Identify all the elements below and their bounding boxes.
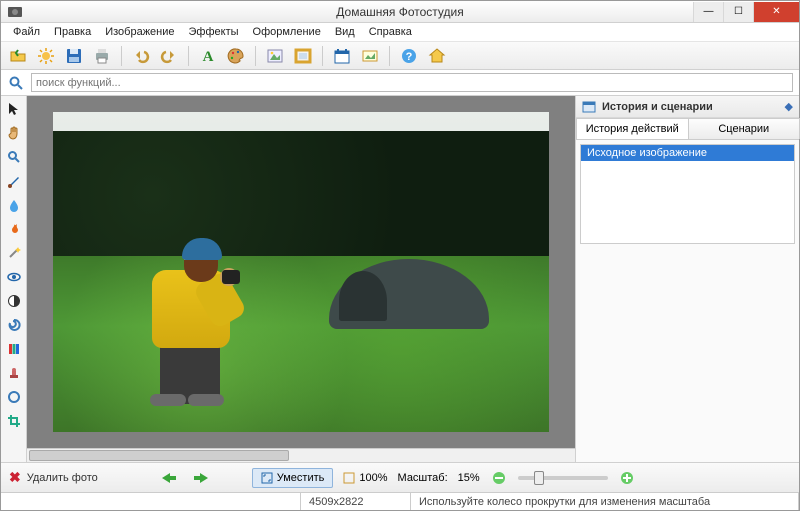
- menu-help[interactable]: Справка: [363, 24, 418, 40]
- picture-icon[interactable]: [264, 45, 286, 67]
- print-icon[interactable]: [91, 45, 113, 67]
- menu-decoration[interactable]: Оформление: [247, 24, 327, 40]
- contrast-tool-icon[interactable]: [5, 292, 23, 310]
- right-panel: История и сценарии ◆ История действий Сц…: [575, 96, 799, 462]
- home-icon[interactable]: [426, 45, 448, 67]
- next-arrow-icon[interactable]: [190, 469, 212, 487]
- canvas-area: [27, 96, 575, 462]
- palette-icon[interactable]: [225, 45, 247, 67]
- bottom-toolbar: ✖ Удалить фото Уместить 100% Масштаб: 15…: [1, 462, 799, 492]
- delete-icon: ✖: [9, 469, 21, 486]
- scale-label: Масштаб:: [398, 472, 448, 484]
- minimize-button[interactable]: —: [693, 2, 723, 22]
- fit-label: Уместить: [277, 472, 325, 484]
- panel-title: История и сценарии: [602, 101, 779, 113]
- eye-tool-icon[interactable]: [5, 268, 23, 286]
- window-controls: — ☐ ✕: [693, 2, 799, 22]
- titlebar: Домашняя Фотостудия — ☐ ✕: [1, 1, 799, 23]
- menu-edit[interactable]: Правка: [48, 24, 97, 40]
- zoom-100-icon: [343, 472, 355, 484]
- search-icon: [7, 74, 25, 92]
- toolbar-separator: [188, 46, 189, 66]
- history-list[interactable]: Исходное изображение: [580, 144, 795, 244]
- sun-icon[interactable]: [35, 45, 57, 67]
- app-icon: [7, 4, 23, 20]
- menu-effects[interactable]: Эффекты: [183, 24, 245, 40]
- panel-icon: [582, 100, 596, 114]
- toolbar-separator: [389, 46, 390, 66]
- pointer-tool-icon[interactable]: [5, 100, 23, 118]
- open-icon[interactable]: [7, 45, 29, 67]
- content-area: История и сценарии ◆ История действий Сц…: [1, 96, 799, 462]
- tab-history[interactable]: История действий: [576, 118, 689, 139]
- close-button[interactable]: ✕: [753, 2, 799, 22]
- status-bar: 4509x2822 Используйте колесо прокрутки д…: [1, 492, 799, 510]
- photo-preview: [53, 112, 549, 432]
- zoom-tool-icon[interactable]: [5, 148, 23, 166]
- status-hint: Используйте колесо прокрутки для изменен…: [411, 493, 799, 510]
- undo-icon[interactable]: [130, 45, 152, 67]
- zoom-out-icon[interactable]: [490, 469, 508, 487]
- save-icon[interactable]: [63, 45, 85, 67]
- swirl-tool-icon[interactable]: [5, 316, 23, 334]
- panel-tabs: История действий Сценарии: [576, 118, 799, 140]
- zoom-100-label: 100%: [359, 472, 387, 484]
- zoom-slider[interactable]: [518, 476, 608, 480]
- fit-icon: [261, 472, 273, 484]
- fit-button[interactable]: Уместить: [252, 468, 334, 488]
- svg-text:A: A: [203, 49, 214, 65]
- drop-tool-icon[interactable]: [5, 196, 23, 214]
- tab-scenarios[interactable]: Сценарии: [688, 118, 800, 139]
- circle-tool-icon[interactable]: [5, 388, 23, 406]
- colorbars-tool-icon[interactable]: [5, 340, 23, 358]
- delete-label: Удалить фото: [27, 472, 98, 484]
- zoom-in-icon[interactable]: [618, 469, 636, 487]
- menu-view[interactable]: Вид: [329, 24, 361, 40]
- status-dimensions: 4509x2822: [301, 493, 411, 510]
- main-toolbar: A ?: [1, 42, 799, 70]
- toolbar-separator: [255, 46, 256, 66]
- zoom-100-button[interactable]: 100%: [343, 472, 387, 484]
- crop-tool-icon[interactable]: [5, 412, 23, 430]
- hand-tool-icon[interactable]: [5, 124, 23, 142]
- search-bar: [1, 70, 799, 96]
- left-toolbar: [1, 96, 27, 462]
- menu-image[interactable]: Изображение: [99, 24, 180, 40]
- horizontal-scrollbar[interactable]: [27, 448, 575, 462]
- history-item[interactable]: Исходное изображение: [581, 145, 794, 161]
- help-icon[interactable]: ?: [398, 45, 420, 67]
- menu-file[interactable]: Файл: [7, 24, 46, 40]
- redo-icon[interactable]: [158, 45, 180, 67]
- text-icon[interactable]: A: [197, 45, 219, 67]
- scale-value: 15%: [458, 472, 480, 484]
- panel-collapse-icon[interactable]: ◆: [785, 100, 793, 113]
- calendar-icon[interactable]: [331, 45, 353, 67]
- delete-photo-button[interactable]: ✖ Удалить фото: [9, 469, 98, 486]
- maximize-button[interactable]: ☐: [723, 2, 753, 22]
- stamp-tool-icon[interactable]: [5, 364, 23, 382]
- fire-tool-icon[interactable]: [5, 220, 23, 238]
- card-icon[interactable]: [359, 45, 381, 67]
- menubar: Файл Правка Изображение Эффекты Оформлен…: [1, 23, 799, 42]
- svg-text:?: ?: [406, 51, 413, 63]
- prev-arrow-icon[interactable]: [158, 469, 180, 487]
- toolbar-separator: [322, 46, 323, 66]
- status-empty: [1, 493, 301, 510]
- frame-icon[interactable]: [292, 45, 314, 67]
- panel-header: История и сценарии ◆: [576, 96, 799, 118]
- canvas-viewport[interactable]: [27, 96, 575, 448]
- wand-tool-icon[interactable]: [5, 244, 23, 262]
- brush-tool-icon[interactable]: [5, 172, 23, 190]
- window-title: Домашняя Фотостудия: [1, 5, 799, 19]
- search-input[interactable]: [31, 73, 793, 92]
- toolbar-separator: [121, 46, 122, 66]
